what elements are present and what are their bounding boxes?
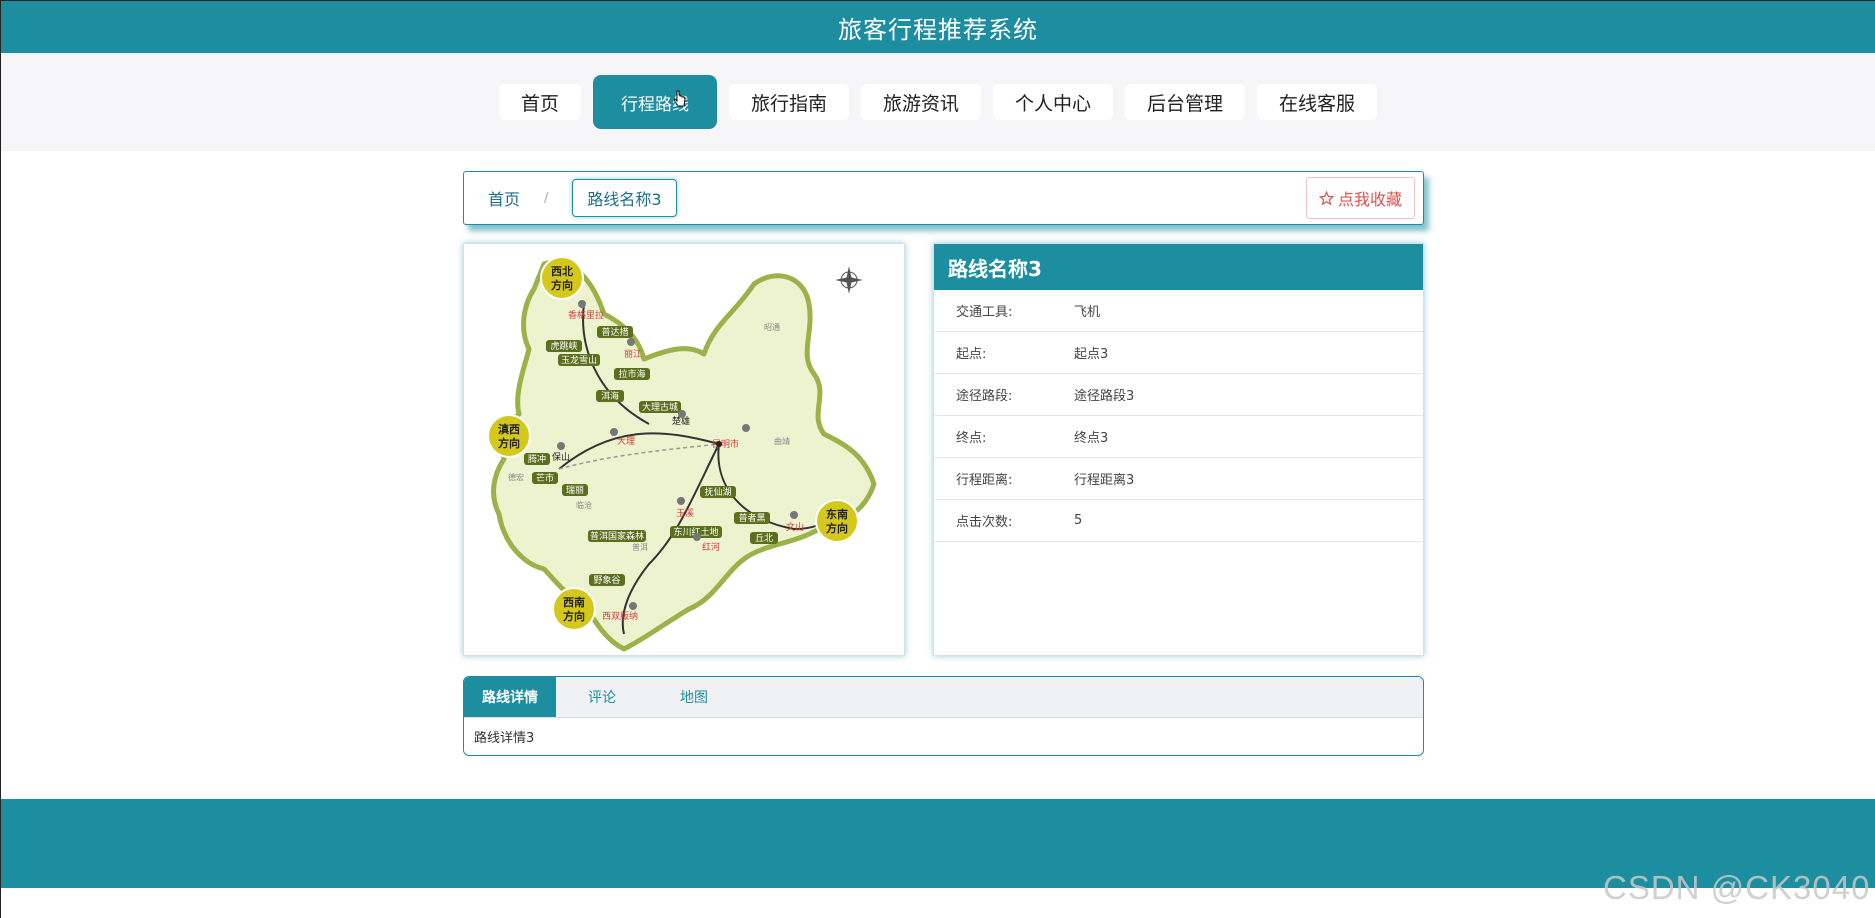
svg-text:西双版纳: 西双版纳 — [602, 610, 638, 622]
svg-text:方向: 方向 — [826, 521, 848, 535]
route-title: 路线名称3 — [934, 244, 1423, 290]
svg-text:滇西: 滇西 — [498, 422, 520, 436]
svg-text:瑞丽: 瑞丽 — [566, 484, 584, 496]
favorite-label: 点我收藏 — [1337, 190, 1402, 209]
nav-label: 旅行指南 — [750, 92, 827, 115]
field-label: 终点: — [956, 431, 987, 446]
tab-content: 路线详情3 — [464, 717, 1423, 755]
region-badge-southeast: 东南 方向 — [815, 499, 859, 543]
tab-route-details[interactable]: 路线详情 — [464, 677, 556, 717]
region-badge-southwest: 西南 方向 — [552, 587, 596, 631]
svg-text:洱海: 洱海 — [601, 390, 619, 402]
svg-text:野象谷: 野象谷 — [593, 574, 620, 586]
route-field-end: 终点: 终点3 — [934, 416, 1423, 458]
svg-text:玉龙雪山: 玉龙雪山 — [561, 354, 597, 366]
nav-label: 个人中心 — [1015, 92, 1092, 115]
field-label: 点击次数: — [956, 515, 1013, 530]
svg-text:丽江: 丽江 — [624, 349, 642, 360]
svg-text:红河: 红河 — [702, 541, 720, 553]
breadcrumb-home-link[interactable]: 首页 — [488, 186, 520, 210]
app-title: 旅客行程推荐系统 — [838, 15, 1038, 44]
svg-text:方向: 方向 — [563, 609, 585, 623]
tab-map[interactable]: 地图 — [648, 677, 740, 717]
nav-item-profile[interactable]: 个人中心 — [993, 84, 1114, 120]
route-field-via: 途径路段: 途径路段3 — [934, 374, 1423, 416]
star-outline-icon — [1318, 190, 1334, 205]
nav-label: 后台管理 — [1147, 92, 1224, 115]
route-map-image: 西北 方向 滇西 方向 东南 方向 西南 方向 普达措 虎跳峡 玉龙雪山 拉市海… — [463, 243, 905, 656]
svg-text:拉市海: 拉市海 — [618, 368, 645, 380]
svg-text:普达措: 普达措 — [601, 326, 628, 338]
breadcrumb-current: 路线名称3 — [572, 179, 677, 217]
route-detail: 首页 / 路线名称3 点我收藏 西北 方向 滇西 方向 东南 方向 西南 方向 … — [463, 171, 1424, 756]
svg-text:方向: 方向 — [498, 436, 520, 450]
svg-text:普洱国家森林: 普洱国家森林 — [590, 530, 644, 542]
svg-text:玉溪: 玉溪 — [676, 507, 694, 519]
svg-text:曲靖: 曲靖 — [774, 436, 790, 446]
svg-text:方向: 方向 — [551, 278, 573, 292]
field-value: 行程距离3 — [1074, 473, 1135, 488]
page-footer — [1, 799, 1875, 888]
watermark: CSDN @CK3040 — [1603, 869, 1871, 906]
nav-item-news[interactable]: 旅游资讯 — [860, 84, 981, 120]
field-value: 起点3 — [1074, 347, 1109, 362]
field-value: 途径路段3 — [1074, 389, 1135, 404]
favorite-button[interactable]: 点我收藏 — [1305, 177, 1415, 219]
svg-text:芒市: 芒市 — [536, 472, 554, 484]
svg-text:昭通: 昭通 — [764, 322, 780, 332]
svg-text:临沧: 临沧 — [576, 500, 592, 510]
route-field-start: 起点: 起点3 — [934, 332, 1423, 374]
nav-label: 首页 — [520, 92, 559, 115]
field-value: 终点3 — [1074, 431, 1109, 446]
svg-text:保山: 保山 — [552, 451, 570, 463]
nav-label: 在线客服 — [1279, 92, 1356, 115]
hand-cursor-icon — [673, 90, 686, 107]
svg-text:西南: 西南 — [563, 595, 585, 609]
yunnan-map-illustration: 西北 方向 滇西 方向 东南 方向 西南 方向 普达措 虎跳峡 玉龙雪山 拉市海… — [464, 244, 904, 655]
breadcrumb: 首页 / 路线名称3 点我收藏 — [463, 171, 1424, 225]
svg-text:普洱: 普洱 — [632, 542, 648, 552]
field-value: 飞机 — [1074, 305, 1101, 320]
nav-item-home[interactable]: 首页 — [498, 84, 581, 120]
nav-label: 旅游资讯 — [882, 92, 959, 115]
route-field-transport: 交通工具: 飞机 — [934, 290, 1423, 332]
svg-text:西北: 西北 — [551, 264, 573, 278]
svg-text:大理古城: 大理古城 — [642, 401, 678, 413]
field-label: 途径路段: — [956, 389, 1013, 404]
route-info-card: 路线名称3 交通工具: 飞机 起点: 起点3 途径路段: 途径路段3 终点: 终… — [933, 243, 1424, 656]
nav-item-routes[interactable]: 行程路线 — [592, 75, 717, 129]
svg-text:文山: 文山 — [786, 521, 804, 533]
svg-text:东南: 东南 — [826, 507, 848, 521]
nav-item-guide[interactable]: 旅行指南 — [728, 84, 849, 120]
field-value: 5 — [1074, 513, 1083, 528]
field-label: 行程距离: — [956, 473, 1013, 488]
svg-text:虎跳峡: 虎跳峡 — [550, 340, 577, 352]
svg-text:普者黑: 普者黑 — [738, 512, 765, 524]
app-header: 旅客行程推荐系统 — [1, 1, 1875, 53]
field-label: 起点: — [956, 347, 987, 362]
svg-text:腾冲: 腾冲 — [528, 453, 546, 465]
route-field-clicks: 点击次数: 5 — [934, 500, 1423, 542]
svg-text:香格里拉: 香格里拉 — [568, 309, 604, 321]
svg-text:抚仙湖: 抚仙湖 — [704, 486, 731, 498]
kunming-dot — [716, 441, 722, 447]
detail-tabs: 路线详情 评论 地图 路线详情3 — [463, 676, 1424, 756]
region-badge-west: 滇西 方向 — [487, 414, 531, 458]
svg-text:德宏: 德宏 — [508, 472, 524, 482]
page: 旅客行程推荐系统 首页 行程路线 旅行指南 旅游资讯 个人中心 后台管理 在线客… — [0, 0, 1875, 918]
detail-main: 西北 方向 滇西 方向 东南 方向 西南 方向 普达措 虎跳峡 玉龙雪山 拉市海… — [463, 243, 1424, 656]
svg-text:丘北: 丘北 — [755, 533, 773, 544]
tabs-header: 路线详情 评论 地图 — [464, 677, 1423, 717]
main-nav: 首页 行程路线 旅行指南 旅游资讯 个人中心 后台管理 在线客服 — [1, 53, 1875, 151]
region-badge-northwest: 西北 方向 — [540, 256, 584, 300]
nav-item-support[interactable]: 在线客服 — [1257, 84, 1378, 120]
field-label: 交通工具: — [956, 305, 1013, 320]
breadcrumb-separator: / — [544, 190, 549, 206]
nav-item-admin[interactable]: 后台管理 — [1125, 84, 1246, 120]
route-field-distance: 行程距离: 行程距离3 — [934, 458, 1423, 500]
svg-text:大理: 大理 — [617, 435, 635, 447]
tab-comments[interactable]: 评论 — [556, 677, 648, 717]
